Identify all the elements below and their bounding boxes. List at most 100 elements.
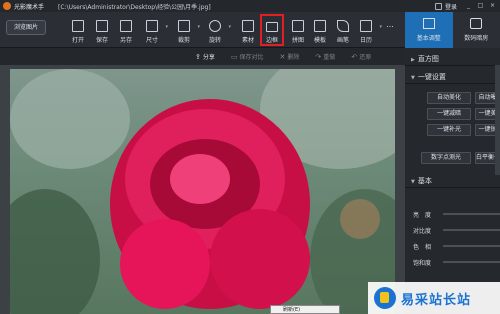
more-tool[interactable]: ... bbox=[378, 14, 402, 46]
rotate-tool[interactable]: 旋转 ▾ bbox=[203, 14, 231, 46]
tool-label: 素材 bbox=[241, 37, 254, 44]
user-icon bbox=[434, 2, 442, 10]
border-icon bbox=[266, 22, 278, 32]
contrast-slider[interactable]: 对比度 bbox=[413, 224, 500, 236]
delete-button[interactable]: ✕ 删除 bbox=[279, 52, 300, 62]
tool-label: 裁剪 bbox=[177, 37, 190, 44]
save-compare-button[interactable]: ▭ 保存对比 bbox=[231, 52, 264, 62]
slider-label: 饱和度 bbox=[413, 259, 432, 267]
share-label: 分享 bbox=[202, 54, 215, 61]
tab-basic-adjust[interactable]: 基本调整 bbox=[405, 12, 453, 48]
one-click-section[interactable]: ▼ 一键设置 bbox=[405, 70, 500, 84]
saturation-slider[interactable]: 饱和度 bbox=[413, 256, 500, 268]
site-logo-icon bbox=[374, 287, 396, 309]
login-link[interactable]: 登录 bbox=[445, 2, 457, 11]
panel-scrollbar[interactable] bbox=[495, 65, 500, 175]
hue-slider[interactable]: 色 相 bbox=[413, 240, 500, 252]
one-click-darken-button[interactable]: 一键减暗 bbox=[427, 108, 471, 120]
chevron-down-icon[interactable]: ▾ bbox=[165, 24, 168, 30]
chevron-right-icon: ▶ bbox=[411, 57, 415, 63]
adjust-panel: ▶ 直方图 ▼ 一键设置 自动美化 自动曝 一键减暗 一键美 一键补光 一键锐 数字… bbox=[405, 48, 500, 314]
more-icon: ... bbox=[386, 20, 394, 29]
open-tool[interactable]: 打开 bbox=[66, 14, 90, 46]
tab-label: 数码暗房 bbox=[464, 35, 489, 42]
redo-label: 重做 bbox=[323, 54, 336, 61]
folder-icon bbox=[72, 20, 84, 32]
maximize-button[interactable]: □ bbox=[476, 2, 485, 10]
browse-images-button[interactable]: 浏览图片 bbox=[6, 20, 46, 35]
rotate-icon bbox=[209, 20, 221, 32]
image-canvas[interactable]: 刷新(E) bbox=[0, 65, 405, 314]
slider-track[interactable] bbox=[443, 213, 500, 215]
collage-icon bbox=[292, 20, 304, 32]
resize-icon bbox=[146, 20, 158, 32]
histogram-section[interactable]: ▶ 直方图 bbox=[405, 52, 500, 66]
slider-track[interactable] bbox=[443, 261, 500, 263]
chevron-down-icon[interactable]: ▾ bbox=[228, 24, 231, 30]
crop-tool[interactable]: 裁剪 ▾ bbox=[172, 14, 200, 46]
dry-leaf bbox=[340, 199, 380, 239]
watermark-text: 易采站长站 bbox=[401, 292, 472, 308]
resize-tool[interactable]: 尺寸 ▾ bbox=[140, 14, 168, 46]
collage-tool[interactable]: 拼图 bbox=[286, 14, 310, 46]
slider-label: 亮 度 bbox=[413, 211, 432, 219]
one-click-fill-light-button[interactable]: 一键补光 bbox=[427, 124, 471, 136]
adjust-icon bbox=[422, 18, 435, 29]
panel-tabs: 基本调整 数码暗房 bbox=[405, 12, 500, 48]
tab-digital-darkroom[interactable]: 数码暗房 bbox=[453, 12, 500, 48]
delete-label: 删除 bbox=[287, 54, 300, 61]
basic-section[interactable]: ▼ 基本 bbox=[405, 174, 500, 188]
title-bar: 光影魔术手 [C:\Users\Administrator\Desktop\经验… bbox=[0, 0, 500, 12]
save-compare-label: 保存对比 bbox=[239, 54, 264, 61]
crop-icon bbox=[178, 20, 190, 32]
brush-tool[interactable]: 画笔 bbox=[331, 14, 355, 46]
material-tool[interactable]: 素材 bbox=[236, 14, 260, 46]
undo-label: 还原 bbox=[359, 54, 372, 61]
share-button[interactable]: ⇪ 分享 bbox=[195, 52, 215, 62]
chevron-down-icon: ▼ bbox=[411, 179, 415, 185]
save-as-icon bbox=[120, 20, 132, 32]
auto-beautify-button[interactable]: 自动美化 bbox=[427, 92, 471, 104]
main-toolbar: 浏览图片 打开 保存 另存 尺寸 ▾ 裁剪 ▾ 旋转 ▾ 素材 边框 拼图 模板 bbox=[0, 12, 405, 48]
rose-photo bbox=[10, 69, 395, 314]
slider-track[interactable] bbox=[443, 229, 500, 231]
close-button[interactable]: × bbox=[488, 2, 497, 10]
minimize-button[interactable]: _ bbox=[464, 2, 473, 10]
foliage-blur bbox=[10, 189, 100, 314]
save-as-tool[interactable]: 另存 bbox=[114, 14, 138, 46]
redo-icon: ↷ bbox=[315, 52, 322, 61]
calendar-tool[interactable]: 日历 ▾ bbox=[354, 14, 382, 46]
save-icon bbox=[96, 20, 108, 32]
tool-label: 保存 bbox=[95, 37, 108, 44]
slider-label: 对比度 bbox=[413, 227, 432, 235]
tool-label: 打开 bbox=[71, 37, 84, 44]
slider-track[interactable] bbox=[443, 245, 500, 247]
tool-label: 画笔 bbox=[336, 37, 349, 44]
redo-button[interactable]: ↷ 重做 bbox=[315, 52, 336, 62]
site-watermark: 易采站长站 bbox=[368, 282, 500, 314]
tool-label: 边框 bbox=[265, 37, 278, 44]
brush-icon bbox=[337, 20, 349, 32]
slider-label: 色 相 bbox=[413, 243, 432, 251]
rose-petals bbox=[120, 219, 210, 309]
window-controls: 登录 _ □ × bbox=[434, 0, 500, 12]
foliage-blur bbox=[10, 69, 130, 169]
undo-button[interactable]: ↶ 还原 bbox=[351, 52, 372, 62]
chevron-down-icon[interactable]: ▾ bbox=[197, 24, 200, 30]
context-menu-refresh[interactable]: 刷新(E) bbox=[270, 305, 340, 314]
file-path: [C:\Users\Administrator\Desktop\经验\公园\月季… bbox=[58, 3, 211, 11]
template-tool[interactable]: 模板 bbox=[308, 14, 332, 46]
save-tool[interactable]: 保存 bbox=[90, 14, 114, 46]
brightness-slider[interactable]: 亮 度 bbox=[413, 208, 500, 220]
trash-icon: ✕ bbox=[279, 52, 286, 61]
tool-label: 日历 bbox=[359, 37, 372, 44]
undo-icon: ↶ bbox=[351, 52, 358, 61]
camera-icon bbox=[470, 18, 483, 29]
spot-metering-button[interactable]: 数字点测光 bbox=[421, 152, 471, 164]
section-title: 一键设置 bbox=[417, 73, 446, 81]
calendar-icon bbox=[360, 20, 372, 32]
app-name: 光影魔术手 bbox=[14, 3, 45, 11]
border-tool[interactable]: 边框 bbox=[260, 14, 284, 46]
tool-label: 模板 bbox=[313, 37, 326, 44]
tab-label: 基本调整 bbox=[416, 35, 441, 42]
